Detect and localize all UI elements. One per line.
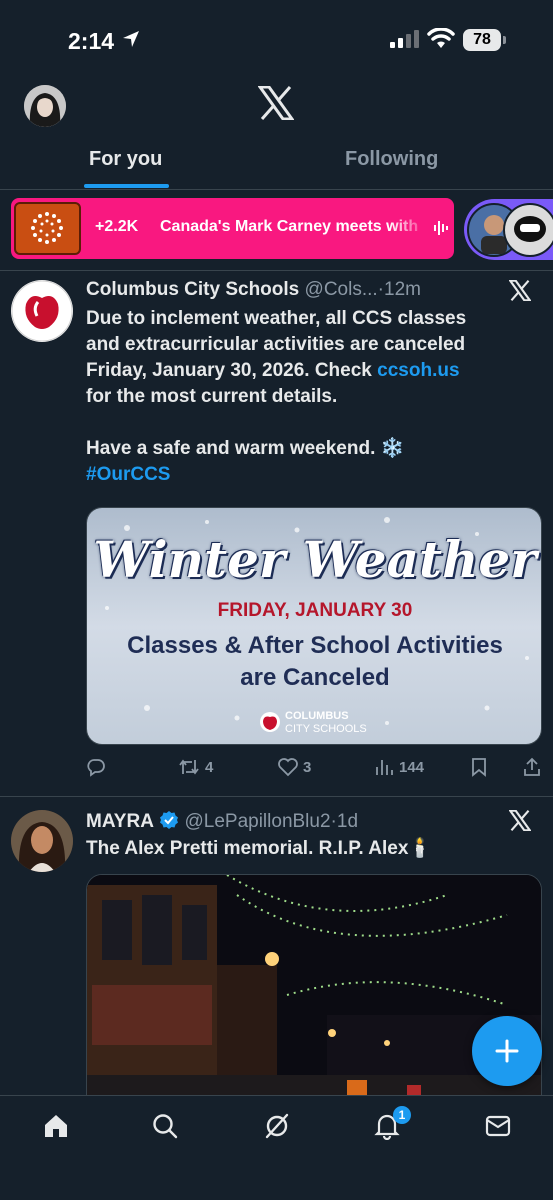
x-logo-icon[interactable] — [509, 280, 531, 301]
repost-count: 4 — [205, 759, 214, 776]
bookmark-icon — [472, 758, 486, 777]
ccs-logo-icon — [260, 712, 280, 732]
post-text-line: for the most current details. — [86, 386, 338, 407]
views-icon — [376, 760, 393, 775]
post-link[interactable]: ccsoh.us — [377, 360, 459, 381]
home-icon[interactable] — [42, 1112, 70, 1140]
post-text-line: Friday, January 30, 2026. Check — [86, 360, 372, 381]
author-handle[interactable]: @Cols... — [305, 279, 378, 300]
trend-avatars[interactable] — [464, 199, 553, 260]
reply-icon — [87, 759, 105, 777]
share-button[interactable] — [522, 757, 542, 781]
verified-icon — [160, 811, 179, 829]
post-media-image[interactable]: Winter Weather FRIDAY, JANUARY 30 Classe… — [86, 507, 542, 745]
repost-button[interactable]: 4 — [178, 757, 213, 781]
bookmark-button[interactable] — [470, 757, 488, 781]
status-bar: 2:14 78 — [0, 0, 553, 80]
media-line-2: are Canceled — [240, 664, 390, 691]
signal-icon — [390, 30, 419, 48]
profile-avatar[interactable] — [24, 85, 66, 127]
media-line-1: Classes & After School Activities — [127, 632, 503, 659]
author-handle[interactable]: @LePapillonBlu2 — [184, 811, 330, 832]
share-icon — [524, 757, 540, 776]
post-text-line: Due to inclement weather, all CCS classe… — [86, 308, 467, 329]
post-time: 12m — [384, 279, 421, 300]
author-name[interactable]: MAYRA — [86, 811, 154, 832]
notifications-badge: 1 — [393, 1106, 411, 1124]
post-avatar-ccs[interactable] — [11, 280, 73, 342]
trend-count: +2.2K — [95, 218, 139, 235]
post-header: MAYRA @LePapillonBlu2·1d — [86, 810, 358, 833]
x-logo-icon[interactable] — [258, 86, 294, 120]
active-tab-indicator — [84, 184, 169, 188]
grok-icon[interactable] — [263, 1112, 291, 1140]
wifi-icon — [427, 28, 455, 48]
battery-tip — [503, 36, 506, 44]
divider — [0, 796, 553, 797]
x-logo-icon[interactable] — [509, 810, 531, 831]
trend-thumbnail — [14, 202, 81, 255]
media-title: Winter Weather — [93, 530, 537, 589]
post-time: 1d — [336, 811, 359, 832]
post-hashtag[interactable]: #OurCCS — [86, 462, 466, 488]
like-icon — [278, 758, 298, 777]
views-button[interactable]: 144 — [374, 757, 424, 781]
location-arrow-icon — [123, 31, 139, 47]
author-name[interactable]: Columbus City Schools — [86, 279, 299, 300]
media-logo-line-1: COLUMBUS — [285, 710, 349, 722]
compose-button[interactable] — [472, 1016, 542, 1086]
media-logo-line-2: CITY SCHOOLS — [285, 723, 367, 735]
status-time: 2:14 — [68, 28, 115, 54]
tab-following[interactable]: Following — [345, 148, 438, 171]
media-date: FRIDAY, JANUARY 30 — [217, 600, 413, 621]
battery-icon: 78 — [463, 29, 501, 51]
post-text-line: and extracurricular activities are cance… — [86, 334, 466, 355]
post-avatar-mayra[interactable] — [11, 810, 73, 872]
mail-icon[interactable] — [484, 1112, 512, 1140]
trend-headline: Canada's Mark Carney meets with — [160, 218, 419, 235]
divider — [0, 270, 553, 271]
post-header: Columbus City Schools @Cols...·12m — [86, 279, 421, 301]
search-icon[interactable] — [151, 1112, 179, 1140]
post-text: The Alex Pretti memorial. R.I.P. Alex🕯️ — [86, 838, 433, 859]
like-count: 3 — [303, 759, 312, 776]
post-text: Due to inclement weather, all CCS classe… — [86, 306, 466, 488]
reply-button[interactable] — [86, 757, 106, 781]
repost-icon — [179, 759, 199, 775]
header-divider — [0, 189, 553, 190]
audio-bars-icon — [434, 221, 448, 235]
trending-pill[interactable]: +2.2K Canada's Mark Carney meets with — [11, 198, 454, 259]
tab-for-you[interactable]: For you — [89, 148, 162, 171]
compose-icon — [495, 1039, 519, 1063]
like-button[interactable]: 3 — [277, 757, 311, 781]
bottom-nav — [0, 1095, 553, 1200]
post-closing: Have a safe and warm weekend. ❄️ — [86, 438, 405, 459]
views-count: 144 — [399, 759, 425, 776]
